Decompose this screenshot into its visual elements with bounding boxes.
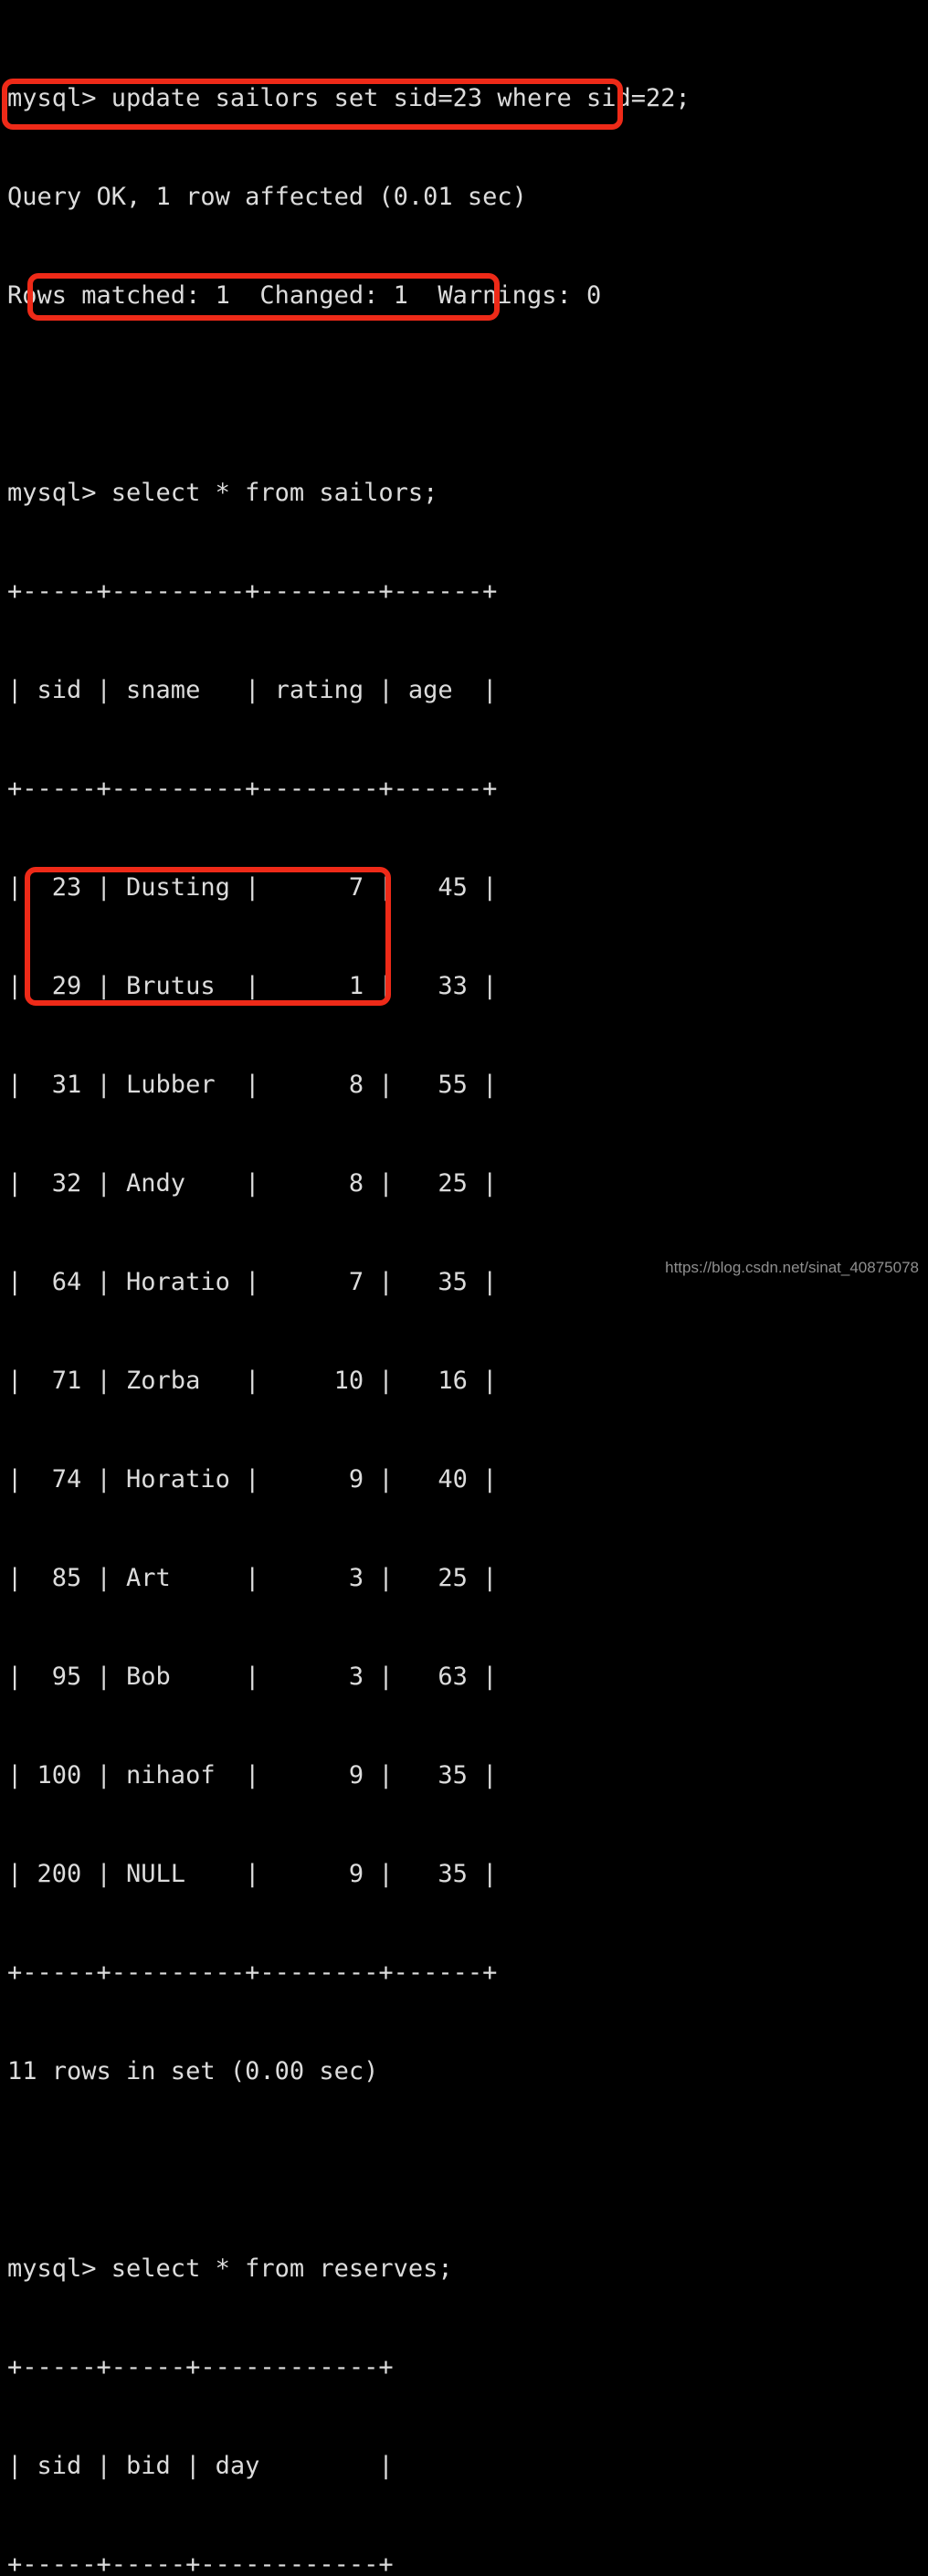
terminal-line: Rows matched: 1 Changed: 1 Warnings: 0 (7, 281, 602, 310)
terminal-line: mysql> select * from reserves; (7, 2254, 453, 2283)
terminal-line: | 74 | Horatio | 9 | 40 | (7, 1465, 498, 1494)
terminal-line: | 100 | nihaof | 9 | 35 | (7, 1761, 498, 1789)
terminal-line: +-----+-----+------------+ (7, 2550, 394, 2576)
terminal-line: | sid | bid | day | (7, 2452, 394, 2480)
terminal-line: +-----+-----+------------+ (7, 2353, 394, 2381)
terminal-line: | 32 | Andy | 8 | 25 | (7, 1169, 498, 1198)
terminal-window[interactable]: mysql> update sailors set sid=23 where s… (0, 0, 928, 2576)
terminal-line: | 85 | Art | 3 | 25 | (7, 1564, 498, 1592)
terminal-line: | sid | sname | rating | age | (7, 676, 498, 704)
terminal-line: 11 rows in set (0.00 sec) (7, 2057, 379, 2085)
terminal-output: mysql> update sailors set sid=23 where s… (7, 16, 691, 2576)
terminal-line: mysql> update sailors set sid=23 where s… (7, 84, 691, 112)
terminal-line: | 64 | Horatio | 7 | 35 | (7, 1268, 498, 1296)
terminal-line: | 200 | NULL | 9 | 35 | (7, 1860, 498, 1888)
terminal-line: Query OK, 1 row affected (0.01 sec) (7, 183, 527, 211)
terminal-line: mysql> select * from sailors; (7, 479, 438, 507)
terminal-line: | 29 | Brutus | 1 | 33 | (7, 972, 498, 1000)
terminal-line: | 71 | Zorba | 10 | 16 | (7, 1367, 498, 1395)
terminal-line: +-----+---------+--------+------+ (7, 775, 498, 803)
terminal-line: +-----+---------+--------+------+ (7, 1958, 498, 1987)
terminal-line: | 31 | Lubber | 8 | 55 | (7, 1071, 498, 1099)
terminal-line: | 23 | Dusting | 7 | 45 | (7, 873, 498, 902)
watermark: https://blog.csdn.net/sinat_40875078 (665, 1259, 919, 1276)
terminal-line: +-----+---------+--------+------+ (7, 577, 498, 606)
terminal-line: | 95 | Bob | 3 | 63 | (7, 1663, 498, 1691)
